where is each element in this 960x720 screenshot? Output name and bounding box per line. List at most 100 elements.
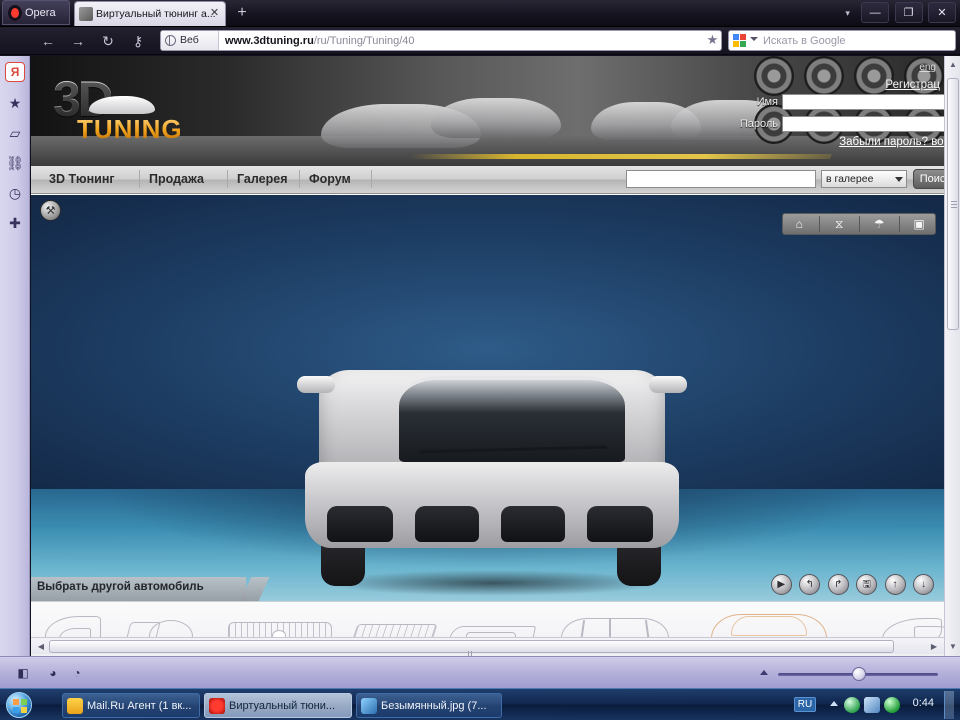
address-scheme-badge: Веб bbox=[161, 31, 219, 50]
site-nav-item-gallery[interactable]: Галерея bbox=[237, 172, 287, 186]
content-block-icon[interactable]: ◕ bbox=[44, 664, 62, 682]
window-controls: ▾ — ❐ ✕ bbox=[840, 2, 956, 24]
tab-close-icon[interactable]: ✕ bbox=[208, 7, 221, 20]
logo-tuning-text: TUNING bbox=[77, 114, 183, 144]
links-panel-icon[interactable]: ⛓ bbox=[4, 152, 26, 174]
maximize-button[interactable]: ❐ bbox=[894, 2, 923, 23]
taskbar-item-mailru[interactable]: Mail.Ru Агент (1 вк... bbox=[62, 693, 200, 718]
globe-icon bbox=[165, 34, 176, 46]
antivirus-icon[interactable] bbox=[884, 697, 900, 713]
back-icon[interactable]: ← bbox=[38, 32, 58, 50]
address-bar[interactable]: Веб www.3dtuning.ru/ru/Tuning/Tuning/40 bbox=[160, 30, 722, 51]
start-button[interactable] bbox=[6, 692, 32, 718]
choose-car-label: Выбрать другой автомобиль bbox=[37, 581, 204, 593]
window-menu-icon[interactable]: ▾ bbox=[840, 2, 856, 23]
bookmark-star-icon[interactable]: ★ bbox=[704, 31, 721, 48]
reload-icon[interactable]: ↻ bbox=[98, 32, 118, 50]
choose-car-bar[interactable]: Выбрать другой автомобиль bbox=[31, 577, 944, 601]
google-icon bbox=[733, 34, 746, 47]
floor-stripe bbox=[409, 154, 833, 159]
vertical-scroll-thumb[interactable] bbox=[947, 78, 959, 330]
forward-icon[interactable]: → bbox=[68, 32, 88, 50]
viewer-tools-icon[interactable]: ⚒ bbox=[40, 200, 61, 221]
site-banner: 3D TUNING eng Регистрац Имя Пароль Забыл… bbox=[31, 56, 944, 166]
windows-taskbar: Mail.Ru Агент (1 вк... Виртуальный тюни.… bbox=[0, 688, 960, 720]
zoom-caret-icon[interactable] bbox=[760, 670, 768, 675]
scroll-grip-icon bbox=[468, 645, 476, 676]
site-search-button[interactable]: Поиск bbox=[913, 169, 944, 189]
clock[interactable]: 0:44 bbox=[913, 697, 934, 709]
bookmarks-panel-icon[interactable]: ★ bbox=[4, 92, 26, 114]
new-tab-button[interactable]: + bbox=[233, 4, 251, 22]
viewer-toolbar: ⌂ ⧖ ☂ ▣ bbox=[782, 213, 936, 235]
show-desktop-button[interactable] bbox=[944, 691, 954, 719]
opera-logo-icon bbox=[8, 5, 22, 21]
address-badge-label: Веб bbox=[180, 34, 199, 46]
browser-statusbar: ◧ ◕ ◔ bbox=[0, 656, 960, 688]
page-viewport: 3D TUNING eng Регистрац Имя Пароль Забыл… bbox=[31, 56, 944, 656]
security-key-icon[interactable]: ⚷ bbox=[128, 32, 148, 50]
page-vertical-scrollbar[interactable]: ▲ ▼ bbox=[944, 56, 960, 656]
login-name-label: Имя bbox=[756, 96, 778, 108]
home-icon[interactable]: ⌂ bbox=[785, 214, 813, 234]
car-3d-viewer[interactable]: ⚒ ⌂ ⧖ ☂ ▣ ▶ ↰ ↱ 🖫 ↑ ↓ bbox=[31, 195, 944, 601]
scroll-right-icon[interactable]: ▶ bbox=[927, 640, 941, 653]
zoom-slider-knob[interactable] bbox=[852, 667, 866, 681]
logo-car-icon bbox=[89, 96, 155, 114]
history-panel-icon[interactable]: ◷ bbox=[4, 182, 26, 204]
search-engine-chevron-down-icon[interactable] bbox=[750, 37, 758, 41]
taskbar-item-label: Виртуальный тюни... bbox=[229, 700, 336, 712]
scroll-grip-icon bbox=[951, 201, 957, 208]
phone-icon[interactable] bbox=[844, 697, 860, 713]
site-nav-item-tuning[interactable]: 3D Тюнинг bbox=[49, 172, 115, 186]
register-link[interactable]: Регистрац bbox=[885, 79, 940, 91]
close-button[interactable]: ✕ bbox=[928, 2, 956, 23]
taskbar-item-label: Безымянный.jpg (7... bbox=[381, 700, 487, 712]
notes-panel-icon[interactable]: ▱ bbox=[4, 122, 26, 144]
scroll-up-icon[interactable]: ▲ bbox=[947, 58, 959, 71]
compare-icon[interactable]: ⧖ bbox=[825, 214, 853, 234]
site-search-scope-select[interactable]: в галерее bbox=[821, 170, 907, 188]
taskbar-item-image[interactable]: Безымянный.jpg (7... bbox=[356, 693, 502, 718]
image-mode-icon[interactable]: ◔ bbox=[68, 664, 86, 682]
site-nav: 3D Тюнинг Продажа Галерея Форум в галере… bbox=[31, 166, 944, 194]
car-render bbox=[297, 300, 687, 596]
opera-browser-window: Opera Виртуальный тюнинг а... ✕ + ▾ — ❐ … bbox=[0, 0, 960, 688]
horizontal-scroll-thumb[interactable] bbox=[49, 640, 894, 676]
zoom-slider[interactable] bbox=[760, 667, 938, 681]
login-password-input[interactable] bbox=[782, 116, 944, 132]
network-icon[interactable] bbox=[864, 697, 880, 713]
site-nav-item-sale[interactable]: Продажа bbox=[149, 172, 204, 186]
language-link[interactable]: eng bbox=[919, 62, 936, 73]
address-path: /ru/Tuning/Tuning/40 bbox=[313, 35, 415, 47]
taskbar-item-opera[interactable]: Виртуальный тюни... bbox=[204, 693, 352, 718]
login-name-input[interactable] bbox=[782, 94, 944, 110]
tab-title: Виртуальный тюнинг а... bbox=[96, 8, 216, 20]
spray-icon[interactable]: ☂ bbox=[865, 214, 893, 234]
banner-car-2 bbox=[431, 98, 561, 138]
screen: Opera Виртуальный тюнинг а... ✕ + ▾ — ❐ … bbox=[0, 0, 960, 720]
browser-tab[interactable]: Виртуальный тюнинг а... ✕ bbox=[74, 1, 226, 26]
minimize-button[interactable]: — bbox=[861, 2, 890, 23]
browser-search-placeholder: Искать в Google bbox=[763, 35, 846, 47]
tab-favicon-icon bbox=[79, 7, 93, 21]
panel-toggle-icon[interactable]: ◧ bbox=[14, 664, 32, 682]
site-nav-item-forum[interactable]: Форум bbox=[309, 172, 351, 186]
taskbar-item-label: Mail.Ru Агент (1 вк... bbox=[87, 700, 192, 712]
browser-search-box[interactable]: Искать в Google bbox=[728, 30, 956, 51]
add-panel-icon[interactable]: ✚ bbox=[4, 212, 26, 234]
opera-menu-button[interactable]: Opera bbox=[2, 0, 70, 25]
address-text: www.3dtuning.ru/ru/Tuning/Tuning/40 bbox=[225, 31, 719, 50]
tray-expand-icon[interactable] bbox=[830, 701, 838, 706]
yandex-panel-icon[interactable]: Я bbox=[5, 62, 25, 82]
forgot-password-link[interactable]: Забыли пароль? вой bbox=[839, 136, 944, 148]
camera-icon[interactable]: ▣ bbox=[905, 214, 933, 234]
site-search-input[interactable] bbox=[626, 170, 816, 188]
page-horizontal-scrollbar[interactable]: ◀ ▶ bbox=[31, 637, 944, 676]
scroll-left-icon[interactable]: ◀ bbox=[34, 640, 48, 653]
language-indicator[interactable]: RU bbox=[794, 697, 816, 712]
site-logo[interactable]: 3D TUNING bbox=[53, 70, 183, 146]
opera-side-panel: Я ★ ▱ ⛓ ◷ ✚ bbox=[0, 56, 30, 656]
scroll-down-icon[interactable]: ▼ bbox=[947, 640, 959, 653]
browser-navbar: ← → ↻ ⚷ Веб www.3dtuning.ru/ru/Tuning/Tu… bbox=[0, 27, 960, 55]
